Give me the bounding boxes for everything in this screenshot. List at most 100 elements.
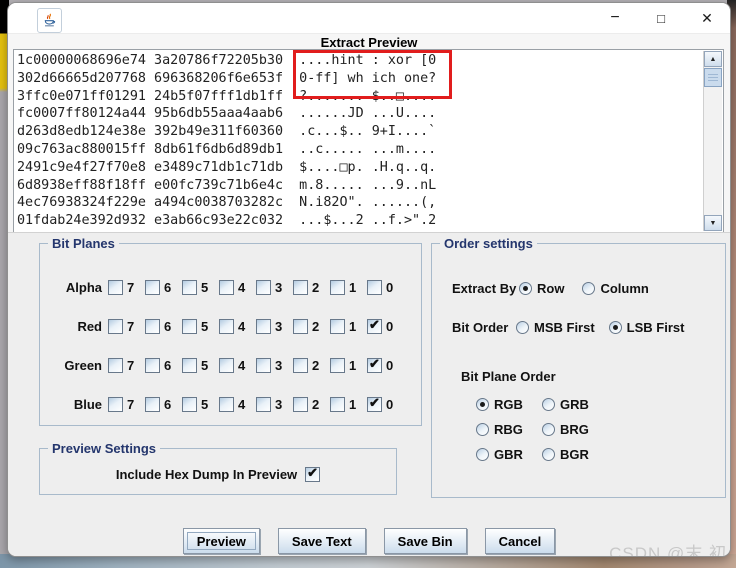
radio-label: LSB First (626, 319, 685, 335)
bit-cell: 0 (367, 280, 404, 295)
bit-number-label: 5 (201, 319, 209, 334)
checkbox-blue-bit-4[interactable] (219, 397, 234, 412)
checkbox-alpha-bit-0[interactable] (367, 280, 382, 295)
bit-number-label: 0 (386, 358, 394, 373)
bit-plane-order-label: Bit Plane Order (461, 369, 556, 384)
checkbox-alpha-bit-2[interactable] (293, 280, 308, 295)
bit-order-row: Bit Order MSB First LSB First (452, 317, 684, 337)
checkbox-red-bit-2[interactable] (293, 319, 308, 334)
checkbox-blue-bit-5[interactable] (182, 397, 197, 412)
radio-bit-plane-order-rbg[interactable]: RBG (476, 422, 542, 437)
bit-number-label: 2 (312, 319, 320, 334)
extract-by-label: Extract By (452, 280, 517, 296)
checkbox-red-bit-7[interactable] (108, 319, 123, 334)
radio-extract-by-row[interactable]: Row (519, 281, 564, 296)
bit-planes-rows: Alpha 7 6 5 4 3 2 1 0 Red 7 6 5 4 3 2 1 ✔ 0 Green 7 6 5 4 3 2 1 ✔ 0 B… (40, 268, 421, 424)
checkbox-alpha-bit-1[interactable] (330, 280, 345, 295)
checkbox-blue-bit-3[interactable] (256, 397, 271, 412)
checkbox-red-bit-0[interactable]: ✔ (367, 317, 382, 334)
checkbox-blue-bit-6[interactable] (145, 397, 160, 412)
checkbox-green-bit-0[interactable]: ✔ (367, 356, 382, 373)
radio-label: Row (537, 280, 565, 296)
checkbox-green-bit-2[interactable] (293, 358, 308, 373)
bit-cell: 3 (256, 397, 293, 412)
checkbox-green-bit-3[interactable] (256, 358, 271, 373)
bit-cell: 1 (330, 319, 367, 334)
radio-label: BGR (560, 447, 589, 462)
save-text-button[interactable]: Save Text (277, 528, 366, 554)
checkbox-red-bit-5[interactable] (182, 319, 197, 334)
bit-cell: 5 (182, 358, 219, 373)
checkbox-red-bit-6[interactable] (145, 319, 160, 334)
bit-order-options: MSB First LSB First (516, 320, 684, 335)
extract-by-options: Row Column (519, 281, 649, 296)
radio-bit-plane-order-brg[interactable]: BRG (542, 422, 589, 437)
radio-bit-plane-order-bgr[interactable]: BGR (542, 447, 589, 462)
checkbox-green-bit-1[interactable] (330, 358, 345, 373)
scrollbar-down-button[interactable]: ▼ (704, 215, 722, 231)
checkbox-blue-bit-1[interactable] (330, 397, 345, 412)
java-coffee-cup-icon[interactable] (37, 8, 62, 33)
bit-number-label: 5 (201, 280, 209, 295)
radio-icon (542, 423, 555, 436)
bit-number-label: 5 (201, 358, 209, 373)
bit-cell: 6 (145, 280, 182, 295)
close-icon: ✕ (701, 9, 713, 26)
checkbox-alpha-bit-7[interactable] (108, 280, 123, 295)
bit-plane-row-green: Green 7 6 5 4 3 2 1 ✔ 0 (40, 346, 421, 385)
checkbox-alpha-bit-4[interactable] (219, 280, 234, 295)
checkbox-blue-bit-0[interactable]: ✔ (367, 395, 382, 412)
checkmark-icon: ✔ (369, 356, 380, 371)
bit-cell: 3 (256, 319, 293, 334)
radio-icon (542, 448, 555, 461)
checkbox-red-bit-3[interactable] (256, 319, 271, 334)
checkbox-green-bit-5[interactable] (182, 358, 197, 373)
include-hex-dump-label: Include Hex Dump In Preview (115, 467, 298, 482)
scrollbar-thumb[interactable] (704, 68, 722, 87)
checkbox-green-bit-6[interactable] (145, 358, 160, 373)
window-controls: − □ ✕ (592, 3, 730, 33)
save-bin-button[interactable]: Save Bin (383, 528, 467, 554)
channel-label: Alpha (65, 280, 102, 295)
radio-bit-order-msb-first[interactable]: MSB First (516, 320, 595, 335)
bit-number-label: 7 (127, 397, 135, 412)
order-settings-group-title: Order settings (440, 236, 537, 251)
checkbox-red-bit-1[interactable] (330, 319, 345, 334)
radio-bit-plane-order-rgb[interactable]: RGB (476, 397, 542, 412)
cancel-button[interactable]: Cancel (484, 528, 556, 554)
maximize-button[interactable]: □ (638, 3, 684, 33)
radio-bit-plane-order-grb[interactable]: GRB (542, 397, 589, 412)
close-button[interactable]: ✕ (684, 3, 730, 33)
checkbox-green-bit-7[interactable] (108, 358, 123, 373)
bit-number-label: 6 (164, 319, 172, 334)
bit-cell: ✔ 0 (367, 317, 404, 334)
bit-cell: 6 (145, 397, 182, 412)
title-bar: − □ ✕ (8, 3, 730, 34)
checkbox-green-bit-4[interactable] (219, 358, 234, 373)
radio-bit-order-lsb-first[interactable]: LSB First (608, 319, 685, 335)
bit-number-label: 4 (238, 280, 246, 295)
preview-button[interactable]: Preview (182, 528, 260, 554)
checkbox-blue-bit-2[interactable] (293, 397, 308, 412)
scrollbar-up-button[interactable]: ▲ (704, 51, 722, 67)
radio-icon (476, 423, 489, 436)
radio-label: Column (600, 280, 649, 296)
hex-line: fc0007ff80124a44 95b6db55aaa4aab6 ......… (17, 106, 437, 122)
minimize-button[interactable]: − (592, 3, 638, 33)
radio-extract-by-column[interactable]: Column (582, 280, 649, 296)
bit-number-label: 5 (201, 397, 209, 412)
bit-plane-row-red: Red 7 6 5 4 3 2 1 ✔ 0 (40, 307, 421, 346)
checkbox-alpha-bit-5[interactable] (182, 280, 197, 295)
checkbox-alpha-bit-6[interactable] (145, 280, 160, 295)
checkbox-blue-bit-7[interactable] (108, 397, 123, 412)
bit-cell: 4 (219, 280, 256, 295)
checkbox-alpha-bit-3[interactable] (256, 280, 271, 295)
radio-bit-plane-order-gbr[interactable]: GBR (476, 447, 542, 462)
vertical-scrollbar[interactable]: ▲ ▼ (703, 51, 722, 231)
include-hex-dump-checkbox[interactable]: ✔ (305, 465, 321, 482)
hex-line: 6d8938eff88f18ff e00fc739c71b6e4c m.8...… (17, 177, 437, 193)
hex-line: 09c763ac880015ff 8db61f6db6d89db1 ..c...… (17, 141, 437, 157)
checkbox-red-bit-4[interactable] (219, 319, 234, 334)
bit-cell: 7 (108, 358, 145, 373)
radio-icon (516, 320, 529, 334)
